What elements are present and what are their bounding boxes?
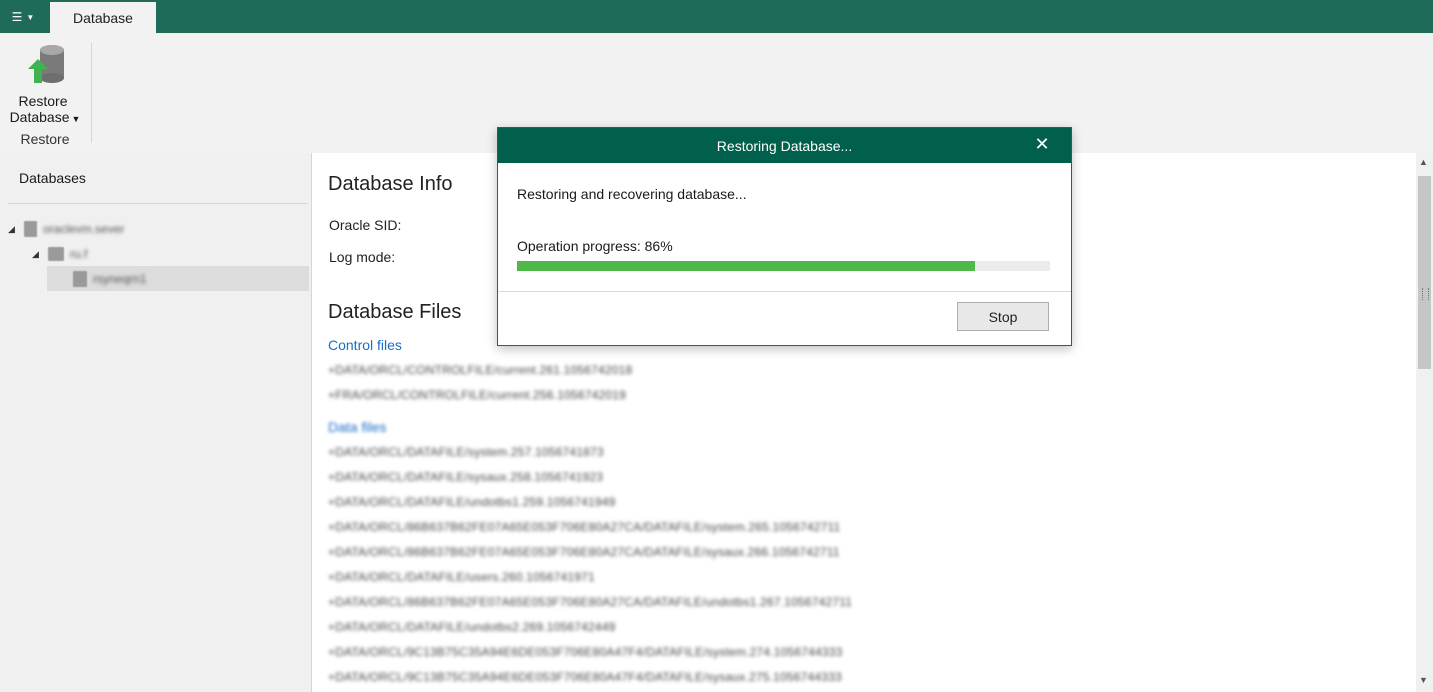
progress-bar-fill [517,261,976,271]
data-file-path: +DATA/ORCL/86B637B62FE07A65E053F706E80A2… [328,545,840,559]
restore-button-label-line2: Database ▼ [4,109,86,125]
stop-button[interactable]: Stop [957,302,1049,331]
tab-database[interactable]: Database [50,2,156,33]
restore-button-label-line1: Restore [18,93,68,109]
instance-icon [48,247,64,261]
title-bar: ☰ ▼ Database [0,0,1433,33]
restore-database-icon [28,45,64,83]
server-icon [24,221,37,237]
ribbon-group-restore: Restore Database ▼ Restore [0,33,92,151]
restore-database-button[interactable]: Restore Database ▼ [4,41,86,125]
tree-node-server[interactable]: ◢ oraclevm.sever [8,217,124,241]
restore-button-label-text: Database [9,109,70,125]
tree-node-instance[interactable]: ◢ ru.f [32,242,87,266]
tree-node-label: ru.f [70,247,88,261]
expand-arrow-icon[interactable]: ◢ [32,249,42,260]
dialog-message: Restoring and recovering database... [517,186,747,202]
close-icon[interactable]: ✕ [1032,134,1052,154]
databases-panel: Databases ◢ oraclevm.sever ◢ ru.f rsyneq… [0,153,312,692]
oracle-sid-label: Oracle SID: [329,217,402,233]
dropdown-caret-icon: ▼ [26,12,35,22]
dialog-title: Restoring Database... [716,138,853,154]
expand-arrow-icon[interactable]: ◢ [8,224,18,235]
data-file-path: +DATA/ORCL/DATAFILE/undotbs2.269.1056742… [328,620,616,634]
ribbon-group-label: Restore [20,131,70,147]
log-mode-label: Log mode: [329,249,396,265]
data-file-path: +DATA/ORCL/DATAFILE/sysaux.258.105674192… [328,470,604,484]
data-file-path: +DATA/ORCL/9C13B75C35A94E6DE053F706E80A4… [328,645,843,659]
operation-progress-bar [517,261,1050,271]
vertical-scrollbar[interactable]: ▲ ▼ [1416,153,1433,692]
data-file-path: +DATA/ORCL/DATAFILE/users.260.1056741971 [328,570,595,584]
dropdown-arrow-icon: ▼ [71,114,81,124]
panel-divider [8,203,308,204]
restoring-database-dialog: Restoring Database... ✕ Restoring and re… [497,127,1072,346]
data-file-path: +DATA/ORCL/DATAFILE/system.257.105674187… [328,445,604,459]
database-icon [73,270,87,287]
data-files-link[interactable]: Data files [328,419,386,435]
main-menu-button[interactable]: ☰ ▼ [6,7,40,27]
tree-node-database[interactable]: rsyneqrn1 [47,266,309,291]
data-file-path: +DATA/ORCL/DATAFILE/undotbs1.259.1056741… [328,495,616,509]
data-file-path: +DATA/ORCL/86B637B62FE07A65E053F706E80A2… [328,520,841,534]
operation-progress-label: Operation progress: 86% [517,238,673,254]
data-file-path: +DATA/ORCL/9C13B75C35A94E6DE053F706E80A4… [328,670,842,684]
scrollbar-thumb[interactable] [1418,176,1431,369]
ribbon-divider [91,43,92,143]
grip-icon [1422,288,1429,300]
databases-panel-title: Databases [19,170,86,186]
dialog-divider [498,291,1071,292]
hamburger-menu-icon: ☰ [11,10,23,24]
tree-node-label: rsyneqrn1 [93,271,147,286]
control-file-path: +DATA/ORCL/CONTROLFILE/current.261.10567… [328,363,633,377]
scroll-down-arrow-icon[interactable]: ▼ [1419,675,1428,685]
database-info-heading: Database Info [328,173,453,195]
database-files-heading: Database Files [328,301,462,323]
data-file-path: +DATA/ORCL/86B637B62FE07A65E053F706E80A2… [328,595,853,609]
control-files-link[interactable]: Control files [328,337,402,353]
scroll-up-arrow-icon[interactable]: ▲ [1419,157,1428,167]
control-file-path: +FRA/ORCL/CONTROLFILE/current.256.105674… [328,388,626,402]
tree-node-label: oraclevm.sever [43,222,125,236]
dialog-title-bar: Restoring Database... ✕ [498,128,1071,163]
